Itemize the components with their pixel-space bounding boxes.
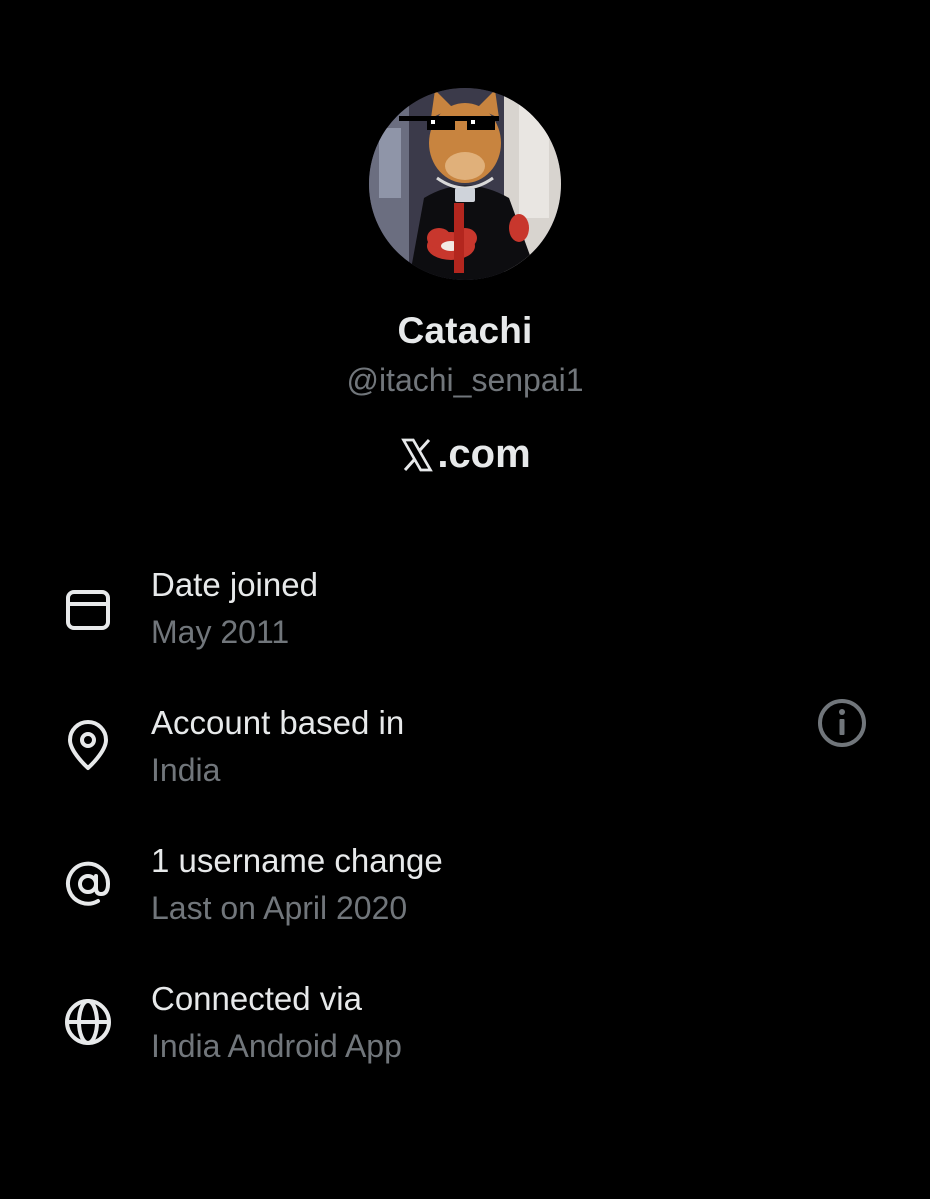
- username-change-row: 1 username change Last on April 2020: [0, 842, 930, 952]
- info-icon[interactable]: [816, 697, 868, 749]
- username-handle: @itachi_senpai1: [346, 362, 584, 398]
- date-joined-row: Date joined May 2011: [0, 566, 930, 676]
- account-location-label: Account based in: [151, 704, 405, 741]
- account-location-row: Account based in India: [0, 704, 930, 814]
- connected-via-label: Connected via: [151, 980, 362, 1017]
- at-sign-icon: [66, 861, 111, 906]
- site-text: .com: [437, 432, 531, 476]
- calendar-icon: [66, 590, 110, 630]
- date-joined-value: May 2011: [151, 614, 290, 650]
- display-name: Catachi: [397, 310, 533, 351]
- x-logo-icon: [401, 438, 434, 472]
- username-change-value: Last on April 2020: [151, 890, 408, 926]
- avatar-image: [369, 88, 561, 280]
- avatar[interactable]: [369, 88, 561, 280]
- connected-via-row: Connected via India Android App: [0, 980, 930, 1090]
- location-pin-icon: [68, 720, 108, 770]
- site-name: .com: [0, 432, 930, 477]
- username-change-label: 1 username change: [151, 842, 443, 879]
- connected-via-value: India Android App: [151, 1028, 402, 1064]
- date-joined-label: Date joined: [151, 566, 318, 603]
- account-location-value: India: [151, 752, 221, 788]
- globe-icon: [65, 999, 111, 1045]
